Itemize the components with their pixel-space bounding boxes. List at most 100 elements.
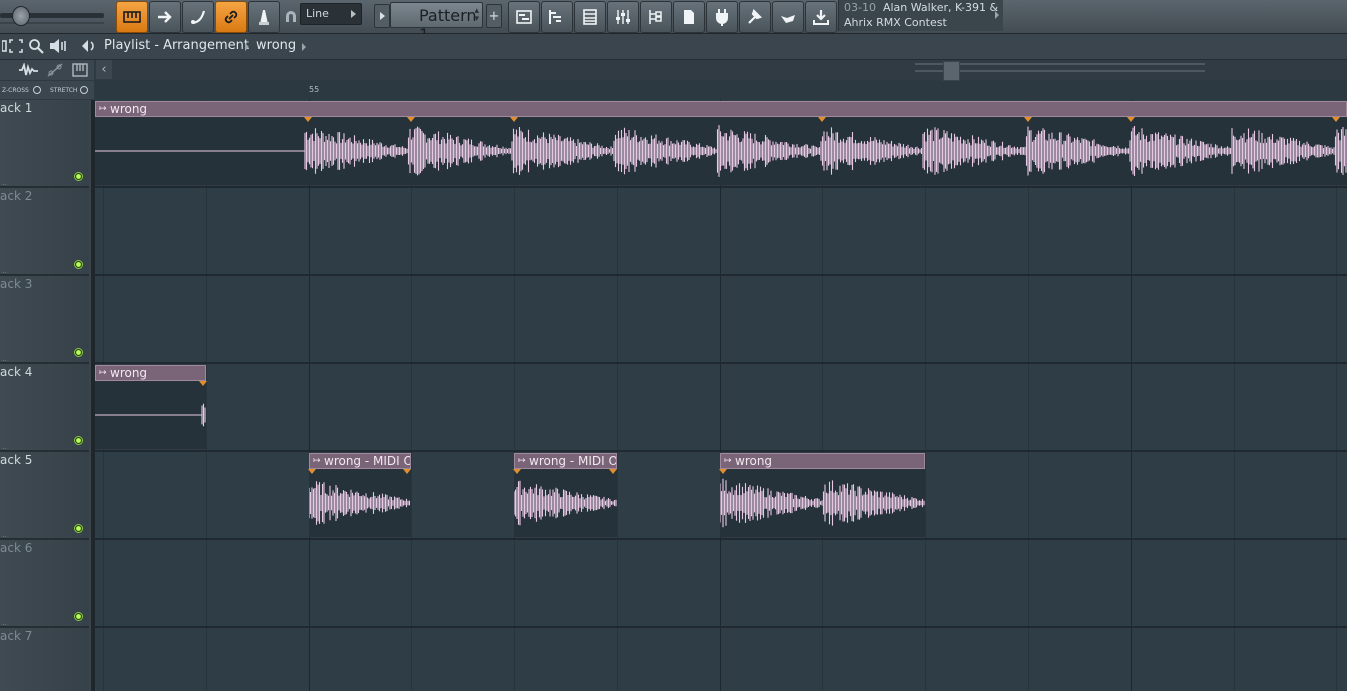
slice-marker[interactable] — [199, 381, 207, 386]
chevron-right-icon — [995, 11, 999, 19]
snap-select[interactable]: Line — [300, 3, 362, 25]
chevron-right-icon — [351, 10, 356, 18]
plugin-button[interactable] — [706, 1, 738, 33]
track-mute-led[interactable] — [74, 436, 83, 445]
slice-marker[interactable] — [513, 469, 521, 474]
speaker-icon[interactable] — [49, 38, 67, 54]
clip-name: wrong - MIDI Out — [324, 454, 410, 468]
grid-line — [411, 100, 412, 691]
slice-marker[interactable] — [1127, 117, 1135, 122]
slice-marker[interactable] — [609, 469, 617, 474]
project-button[interactable] — [673, 1, 705, 33]
slider-knob[interactable] — [12, 6, 30, 26]
piano-roll-icon — [123, 11, 141, 23]
audio-clip[interactable]: ↦ wrong — [95, 365, 207, 449]
stretch-toggle[interactable] — [80, 86, 88, 94]
clip-waveform — [309, 481, 411, 525]
track-header[interactable]: ack 1 .. — [0, 100, 89, 188]
slice-marker[interactable] — [818, 117, 826, 122]
horizontal-scrollbar[interactable]: ‹ — [95, 60, 1347, 81]
timeline-ruler[interactable]: 55 — [95, 81, 1347, 99]
track-name: ack 5 — [0, 453, 33, 467]
piano-keys-icon[interactable] — [72, 63, 88, 77]
breadcrumb-arrangement[interactable]: wrong — [256, 38, 296, 53]
help-button[interactable] — [772, 1, 804, 33]
clip-menu-icon: ↦ — [99, 104, 107, 114]
slice-marker[interactable] — [304, 117, 312, 122]
page-title: Playlist - Arrangement — [104, 38, 249, 53]
maximize-icon[interactable] — [9, 38, 23, 54]
piano-roll-typing-button[interactable] — [116, 1, 148, 33]
clip-menu-icon: ↦ — [313, 456, 321, 466]
track-header[interactable]: ack 3 .. — [0, 276, 89, 364]
snap-value: Line — [306, 7, 329, 20]
playlist-icon — [516, 10, 532, 24]
ruler-bar-label: 55 — [309, 85, 320, 94]
slide-mode-button[interactable] — [182, 1, 214, 33]
add-pattern-button[interactable]: + — [486, 4, 502, 28]
track-mute-led[interactable] — [74, 612, 83, 621]
tools-button[interactable] — [739, 1, 771, 33]
magnet-icon[interactable] — [284, 9, 298, 28]
hint-text-2: Ahrix RMX Contest — [844, 16, 947, 29]
audio-clip[interactable]: ↦ wrong — [719, 453, 925, 537]
metronome-button[interactable] — [248, 1, 280, 33]
track-mute-led[interactable] — [74, 172, 83, 181]
grid-line — [617, 100, 618, 691]
track-header[interactable]: ack 5 .. — [0, 452, 89, 540]
clip-header[interactable]: ↦wrong - MIDI Out — [514, 453, 617, 469]
scroll-thumb[interactable] — [943, 61, 960, 81]
browser-button[interactable] — [640, 1, 672, 33]
breadcrumb-separator-icon — [245, 43, 249, 51]
slice-marker[interactable] — [308, 469, 316, 474]
audio-clip[interactable]: ↦ wrong — [95, 101, 1347, 185]
automation-icon[interactable] — [47, 63, 63, 77]
download-button[interactable] — [805, 1, 837, 33]
playlist-grid[interactable]: ↦wrong ↦wrong ↦wrong - MIDI Out ↦wrong -… — [95, 100, 1347, 691]
track-header[interactable]: ack 6 .. — [0, 540, 89, 628]
slice-marker[interactable] — [510, 117, 518, 122]
audio-clip[interactable]: ↦wrong - MIDI Out — [513, 453, 617, 537]
track-dots: .. — [2, 530, 8, 539]
zoom-icon[interactable] — [28, 38, 44, 54]
clip-header[interactable]: ↦ wrong — [95, 101, 1347, 117]
scroll-left-button[interactable]: ‹ — [96, 60, 112, 79]
clip-header[interactable]: ↦wrong - MIDI Out — [309, 453, 411, 469]
track-mute-led[interactable] — [74, 524, 83, 533]
slice-marker[interactable] — [403, 469, 411, 474]
hint-line-1: 03-10 Alan Walker, K-391 & — [844, 0, 1003, 15]
clip-header[interactable]: ↦ wrong — [720, 453, 925, 469]
track-header[interactable]: ack 7 — [0, 628, 89, 691]
slice-marker[interactable] — [1332, 117, 1340, 122]
track-header[interactable]: ack 4 .. — [0, 364, 89, 452]
arrangement-speaker-icon[interactable] — [81, 38, 99, 54]
grid-line-bar — [1131, 100, 1132, 691]
pattern-prev-button[interactable] — [374, 4, 390, 28]
waveform-icon[interactable] — [18, 63, 40, 77]
link-button[interactable] — [215, 1, 247, 33]
audio-clip[interactable]: ↦wrong - MIDI Out — [308, 453, 411, 537]
mixer-icon — [616, 10, 630, 24]
mixer-button[interactable] — [607, 1, 639, 33]
track-header[interactable]: ack 2 .. — [0, 188, 89, 276]
hint-panel[interactable]: 03-10 Alan Walker, K-391 & Ahrix RMX Con… — [838, 0, 1003, 31]
slice-marker[interactable] — [407, 117, 415, 122]
track-mute-led[interactable] — [74, 260, 83, 269]
piano-roll-button[interactable] — [541, 1, 573, 33]
playlist-button[interactable] — [508, 1, 540, 33]
channel-rack-button[interactable] — [574, 1, 606, 33]
track-separator — [95, 450, 1347, 452]
master-volume-slider[interactable] — [0, 0, 106, 32]
clip-header[interactable]: ↦ wrong — [95, 365, 206, 381]
track-mute-led[interactable] — [74, 348, 83, 357]
track-dots: .. — [2, 178, 8, 187]
track-name: ack 4 — [0, 365, 33, 379]
track-dots: .. — [2, 266, 8, 275]
pattern-selector[interactable]: Pattern 1 ▴▾ — [390, 2, 483, 44]
slice-marker[interactable] — [719, 469, 727, 474]
waveform-path — [304, 125, 1347, 177]
slice-marker[interactable] — [1024, 117, 1032, 122]
zcross-toggle[interactable] — [33, 86, 41, 94]
stretch-label: STRETCH — [50, 87, 78, 94]
step-edit-button[interactable] — [149, 1, 181, 33]
